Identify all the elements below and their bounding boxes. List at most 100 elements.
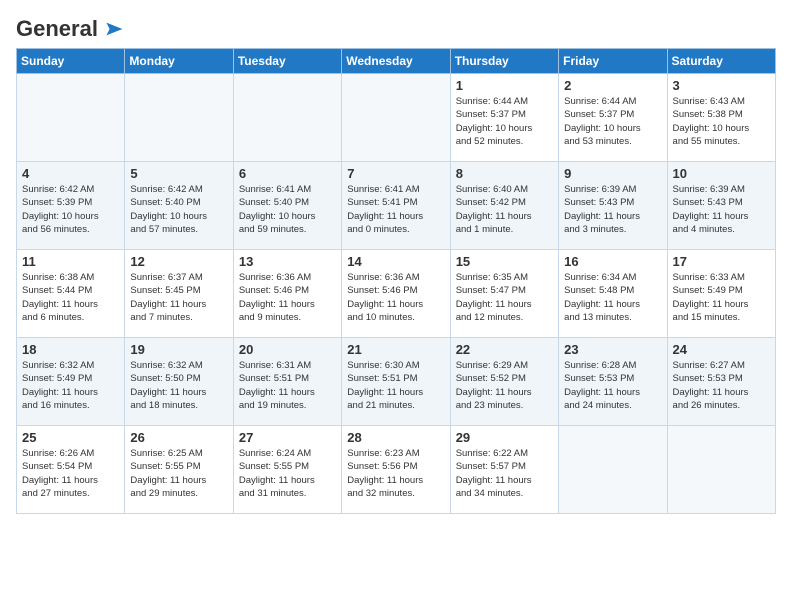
day-number: 21 <box>347 342 444 357</box>
calendar-day: 22 Sunrise: 6:29 AM Sunset: 5:52 PM Dayli… <box>450 338 558 426</box>
day-number: 28 <box>347 430 444 445</box>
day-number: 19 <box>130 342 227 357</box>
day-info: Sunrise: 6:29 AM Sunset: 5:52 PM Dayligh… <box>456 359 553 412</box>
calendar-week-row: 1 Sunrise: 6:44 AM Sunset: 5:37 PM Daylig… <box>17 74 776 162</box>
day-info: Sunrise: 6:24 AM Sunset: 5:55 PM Dayligh… <box>239 447 336 500</box>
calendar-day: 27 Sunrise: 6:24 AM Sunset: 5:55 PM Dayli… <box>233 426 341 514</box>
calendar-day: 16 Sunrise: 6:34 AM Sunset: 5:48 PM Dayli… <box>559 250 667 338</box>
day-info: Sunrise: 6:44 AM Sunset: 5:37 PM Dayligh… <box>456 95 553 148</box>
calendar-day: 14Sunrise: 6:36 AM Sunset: 5:46 PM Dayli… <box>342 250 450 338</box>
day-number: 17 <box>673 254 770 269</box>
calendar-week-row: 18 Sunrise: 6:32 AM Sunset: 5:49 PM Dayli… <box>17 338 776 426</box>
day-number: 8 <box>456 166 553 181</box>
day-info: Sunrise: 6:41 AM Sunset: 5:40 PM Dayligh… <box>239 183 336 236</box>
day-header-tuesday: Tuesday <box>233 49 341 74</box>
day-number: 10 <box>673 166 770 181</box>
day-header-friday: Friday <box>559 49 667 74</box>
calendar-day: 18 Sunrise: 6:32 AM Sunset: 5:49 PM Dayli… <box>17 338 125 426</box>
day-number: 18 <box>22 342 119 357</box>
calendar-week-row: 11 Sunrise: 6:38 AM Sunset: 5:44 PM Dayli… <box>17 250 776 338</box>
calendar-day: 21 Sunrise: 6:30 AM Sunset: 5:51 PM Dayli… <box>342 338 450 426</box>
calendar-day: 25 Sunrise: 6:26 AM Sunset: 5:54 PM Dayli… <box>17 426 125 514</box>
calendar-day <box>233 74 341 162</box>
day-info: Sunrise: 6:38 AM Sunset: 5:44 PM Dayligh… <box>22 271 119 324</box>
day-number: 20 <box>239 342 336 357</box>
day-info: Sunrise: 6:36 AM Sunset: 5:46 PM Dayligh… <box>347 271 444 324</box>
day-info: Sunrise: 6:22 AM Sunset: 5:57 PM Dayligh… <box>456 447 553 500</box>
calendar-day <box>559 426 667 514</box>
day-info: Sunrise: 6:25 AM Sunset: 5:55 PM Dayligh… <box>130 447 227 500</box>
day-info: Sunrise: 6:41 AM Sunset: 5:41 PM Dayligh… <box>347 183 444 236</box>
calendar-day: 24 Sunrise: 6:27 AM Sunset: 5:53 PM Dayli… <box>667 338 775 426</box>
day-number: 2 <box>564 78 661 93</box>
calendar-day: 29 Sunrise: 6:22 AM Sunset: 5:57 PM Dayli… <box>450 426 558 514</box>
day-number: 1 <box>456 78 553 93</box>
day-header-saturday: Saturday <box>667 49 775 74</box>
calendar-day: 26 Sunrise: 6:25 AM Sunset: 5:55 PM Dayli… <box>125 426 233 514</box>
calendar-day: 19 Sunrise: 6:32 AM Sunset: 5:50 PM Dayli… <box>125 338 233 426</box>
day-header-sunday: Sunday <box>17 49 125 74</box>
day-info: Sunrise: 6:40 AM Sunset: 5:42 PM Dayligh… <box>456 183 553 236</box>
calendar-day: 12Sunrise: 6:37 AM Sunset: 5:45 PM Dayli… <box>125 250 233 338</box>
calendar-day <box>667 426 775 514</box>
calendar-day: 1 Sunrise: 6:44 AM Sunset: 5:37 PM Daylig… <box>450 74 558 162</box>
day-number: 29 <box>456 430 553 445</box>
day-info: Sunrise: 6:26 AM Sunset: 5:54 PM Dayligh… <box>22 447 119 500</box>
day-header-monday: Monday <box>125 49 233 74</box>
day-info: Sunrise: 6:30 AM Sunset: 5:51 PM Dayligh… <box>347 359 444 412</box>
calendar-day: 10 Sunrise: 6:39 AM Sunset: 5:43 PM Dayli… <box>667 162 775 250</box>
calendar-day: 6 Sunrise: 6:41 AM Sunset: 5:40 PM Daylig… <box>233 162 341 250</box>
day-number: 22 <box>456 342 553 357</box>
calendar-day: 17 Sunrise: 6:33 AM Sunset: 5:49 PM Dayli… <box>667 250 775 338</box>
calendar-day: 5Sunrise: 6:42 AM Sunset: 5:40 PM Daylig… <box>125 162 233 250</box>
calendar-day: 4Sunrise: 6:42 AM Sunset: 5:39 PM Daylig… <box>17 162 125 250</box>
day-info: Sunrise: 6:39 AM Sunset: 5:43 PM Dayligh… <box>564 183 661 236</box>
page-header: General <box>16 16 776 38</box>
day-number: 15 <box>456 254 553 269</box>
calendar-day: 28 Sunrise: 6:23 AM Sunset: 5:56 PM Dayli… <box>342 426 450 514</box>
calendar-day: 15 Sunrise: 6:35 AM Sunset: 5:47 PM Dayli… <box>450 250 558 338</box>
day-info: Sunrise: 6:27 AM Sunset: 5:53 PM Dayligh… <box>673 359 770 412</box>
day-number: 25 <box>22 430 119 445</box>
day-number: 9 <box>564 166 661 181</box>
day-info: Sunrise: 6:28 AM Sunset: 5:53 PM Dayligh… <box>564 359 661 412</box>
day-info: Sunrise: 6:43 AM Sunset: 5:38 PM Dayligh… <box>673 95 770 148</box>
day-info: Sunrise: 6:32 AM Sunset: 5:49 PM Dayligh… <box>22 359 119 412</box>
day-number: 27 <box>239 430 336 445</box>
day-number: 6 <box>239 166 336 181</box>
logo: General <box>16 16 124 38</box>
day-number: 16 <box>564 254 661 269</box>
day-number: 26 <box>130 430 227 445</box>
calendar-day: 3Sunrise: 6:43 AM Sunset: 5:38 PM Daylig… <box>667 74 775 162</box>
calendar-day <box>17 74 125 162</box>
day-info: Sunrise: 6:23 AM Sunset: 5:56 PM Dayligh… <box>347 447 444 500</box>
day-number: 12 <box>130 254 227 269</box>
day-info: Sunrise: 6:44 AM Sunset: 5:37 PM Dayligh… <box>564 95 661 148</box>
calendar-day <box>125 74 233 162</box>
day-number: 4 <box>22 166 119 181</box>
day-number: 24 <box>673 342 770 357</box>
logo-general: General <box>16 16 98 42</box>
day-info: Sunrise: 6:39 AM Sunset: 5:43 PM Dayligh… <box>673 183 770 236</box>
day-info: Sunrise: 6:31 AM Sunset: 5:51 PM Dayligh… <box>239 359 336 412</box>
calendar-day: 23Sunrise: 6:28 AM Sunset: 5:53 PM Dayli… <box>559 338 667 426</box>
day-info: Sunrise: 6:32 AM Sunset: 5:50 PM Dayligh… <box>130 359 227 412</box>
day-header-thursday: Thursday <box>450 49 558 74</box>
calendar-day: 2 Sunrise: 6:44 AM Sunset: 5:37 PM Daylig… <box>559 74 667 162</box>
calendar-week-row: 4Sunrise: 6:42 AM Sunset: 5:39 PM Daylig… <box>17 162 776 250</box>
calendar-day: 7 Sunrise: 6:41 AM Sunset: 5:41 PM Daylig… <box>342 162 450 250</box>
day-header-wednesday: Wednesday <box>342 49 450 74</box>
day-info: Sunrise: 6:36 AM Sunset: 5:46 PM Dayligh… <box>239 271 336 324</box>
calendar-table: SundayMondayTuesdayWednesdayThursdayFrid… <box>16 48 776 514</box>
day-number: 13 <box>239 254 336 269</box>
calendar-day: 11 Sunrise: 6:38 AM Sunset: 5:44 PM Dayli… <box>17 250 125 338</box>
day-number: 7 <box>347 166 444 181</box>
day-info: Sunrise: 6:34 AM Sunset: 5:48 PM Dayligh… <box>564 271 661 324</box>
day-info: Sunrise: 6:33 AM Sunset: 5:49 PM Dayligh… <box>673 271 770 324</box>
calendar-day: 8 Sunrise: 6:40 AM Sunset: 5:42 PM Daylig… <box>450 162 558 250</box>
calendar-day: 20 Sunrise: 6:31 AM Sunset: 5:51 PM Dayli… <box>233 338 341 426</box>
day-info: Sunrise: 6:35 AM Sunset: 5:47 PM Dayligh… <box>456 271 553 324</box>
logo-icon <box>100 21 124 37</box>
day-number: 11 <box>22 254 119 269</box>
calendar-header-row: SundayMondayTuesdayWednesdayThursdayFrid… <box>17 49 776 74</box>
